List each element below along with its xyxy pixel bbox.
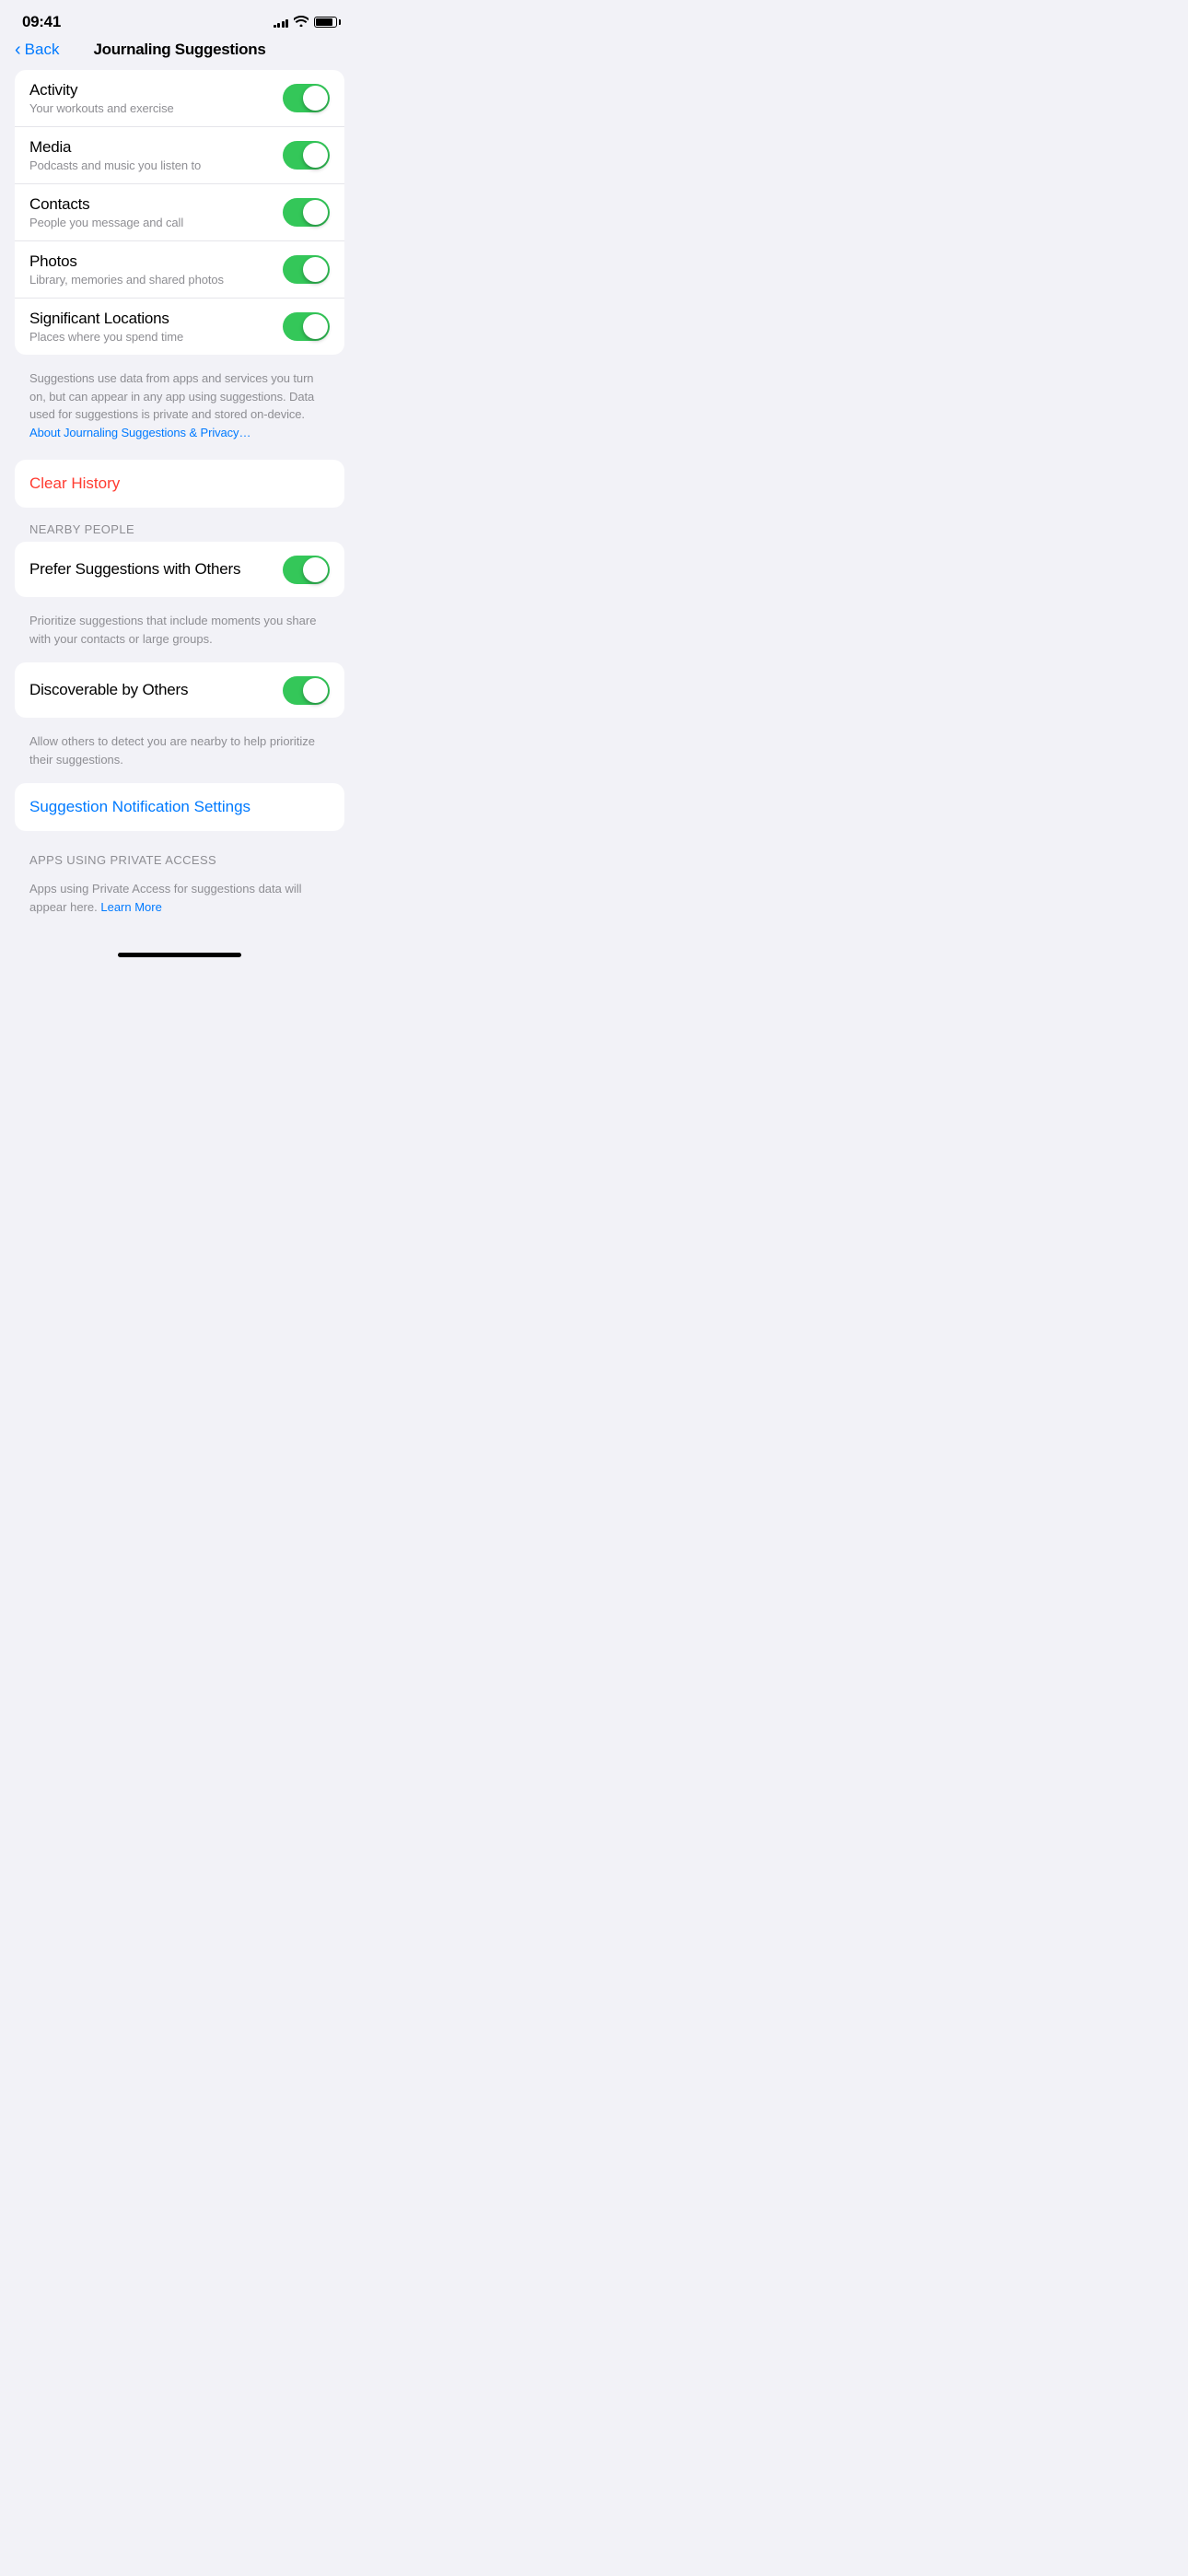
status-time: 09:41	[22, 13, 61, 31]
discoverable-note: Allow others to detect you are nearby to…	[0, 725, 359, 783]
notification-settings-group: Suggestion Notification Settings	[15, 783, 344, 831]
contacts-label: Contacts	[29, 195, 272, 214]
significant-locations-label: Significant Locations	[29, 310, 272, 328]
prefer-suggestions-label: Prefer Suggestions with Others	[29, 560, 272, 579]
about-journaling-link[interactable]: About Journaling Suggestions & Privacy…	[29, 426, 250, 439]
discoverable-group: Discoverable by Others	[15, 662, 344, 718]
activity-toggle[interactable]	[283, 84, 330, 112]
photos-label: Photos	[29, 252, 272, 271]
activity-sublabel: Your workouts and exercise	[29, 101, 272, 115]
clear-history-group: Clear History	[15, 460, 344, 508]
toggle-knob	[303, 257, 328, 282]
wifi-icon	[294, 16, 309, 29]
status-bar: 09:41	[0, 0, 359, 37]
back-button[interactable]: ‹ Back	[15, 41, 59, 59]
clear-history-button[interactable]: Clear History	[15, 460, 344, 508]
battery-icon	[314, 17, 337, 28]
photos-sublabel: Library, memories and shared photos	[29, 273, 272, 287]
prefer-suggestions-note: Prioritize suggestions that include mome…	[0, 604, 359, 662]
toggle-knob	[303, 557, 328, 582]
photos-row: Photos Library, memories and shared phot…	[15, 241, 344, 299]
nearby-people-section-label: NEARBY PEOPLE	[0, 515, 359, 542]
activity-label: Activity	[29, 81, 272, 100]
status-icons	[274, 16, 338, 29]
contacts-sublabel: People you message and call	[29, 216, 272, 229]
chevron-left-icon: ‹	[15, 41, 21, 59]
media-row: Media Podcasts and music you listen to	[15, 127, 344, 184]
discoverable-toggle[interactable]	[283, 676, 330, 705]
apps-private-section-label: APPS USING PRIVATE ACCESS	[0, 846, 359, 872]
discoverable-label: Discoverable by Others	[29, 681, 272, 699]
media-toggle[interactable]	[283, 141, 330, 170]
toggle-knob	[303, 200, 328, 225]
activity-row: Activity Your workouts and exercise	[15, 70, 344, 127]
back-label: Back	[25, 41, 60, 59]
significant-locations-row: Significant Locations Places where you s…	[15, 299, 344, 355]
apps-private-note: Apps using Private Access for suggestion…	[0, 872, 359, 931]
signal-icon	[274, 17, 289, 28]
suggestions-footer-note: Suggestions use data from apps and servi…	[0, 362, 359, 460]
photos-toggle[interactable]	[283, 255, 330, 284]
learn-more-link[interactable]: Learn More	[100, 900, 161, 914]
content: Activity Your workouts and exercise Medi…	[0, 70, 359, 931]
significant-locations-toggle[interactable]	[283, 312, 330, 341]
suggestions-toggles-group: Activity Your workouts and exercise Medi…	[15, 70, 344, 355]
home-bar	[118, 953, 241, 957]
media-label: Media	[29, 138, 272, 157]
contacts-toggle[interactable]	[283, 198, 330, 227]
toggle-knob	[303, 143, 328, 168]
prefer-suggestions-group: Prefer Suggestions with Others	[15, 542, 344, 597]
toggle-knob	[303, 86, 328, 111]
home-indicator	[0, 931, 359, 965]
page-title: Journaling Suggestions	[93, 41, 265, 59]
discoverable-row: Discoverable by Others	[15, 662, 344, 718]
prefer-suggestions-toggle[interactable]	[283, 556, 330, 584]
significant-locations-sublabel: Places where you spend time	[29, 330, 272, 344]
contacts-row: Contacts People you message and call	[15, 184, 344, 241]
notification-settings-button[interactable]: Suggestion Notification Settings	[15, 783, 344, 831]
nav-bar: ‹ Back Journaling Suggestions	[0, 37, 359, 70]
toggle-knob	[303, 314, 328, 339]
toggle-knob	[303, 678, 328, 703]
prefer-suggestions-row: Prefer Suggestions with Others	[15, 542, 344, 597]
media-sublabel: Podcasts and music you listen to	[29, 158, 272, 172]
